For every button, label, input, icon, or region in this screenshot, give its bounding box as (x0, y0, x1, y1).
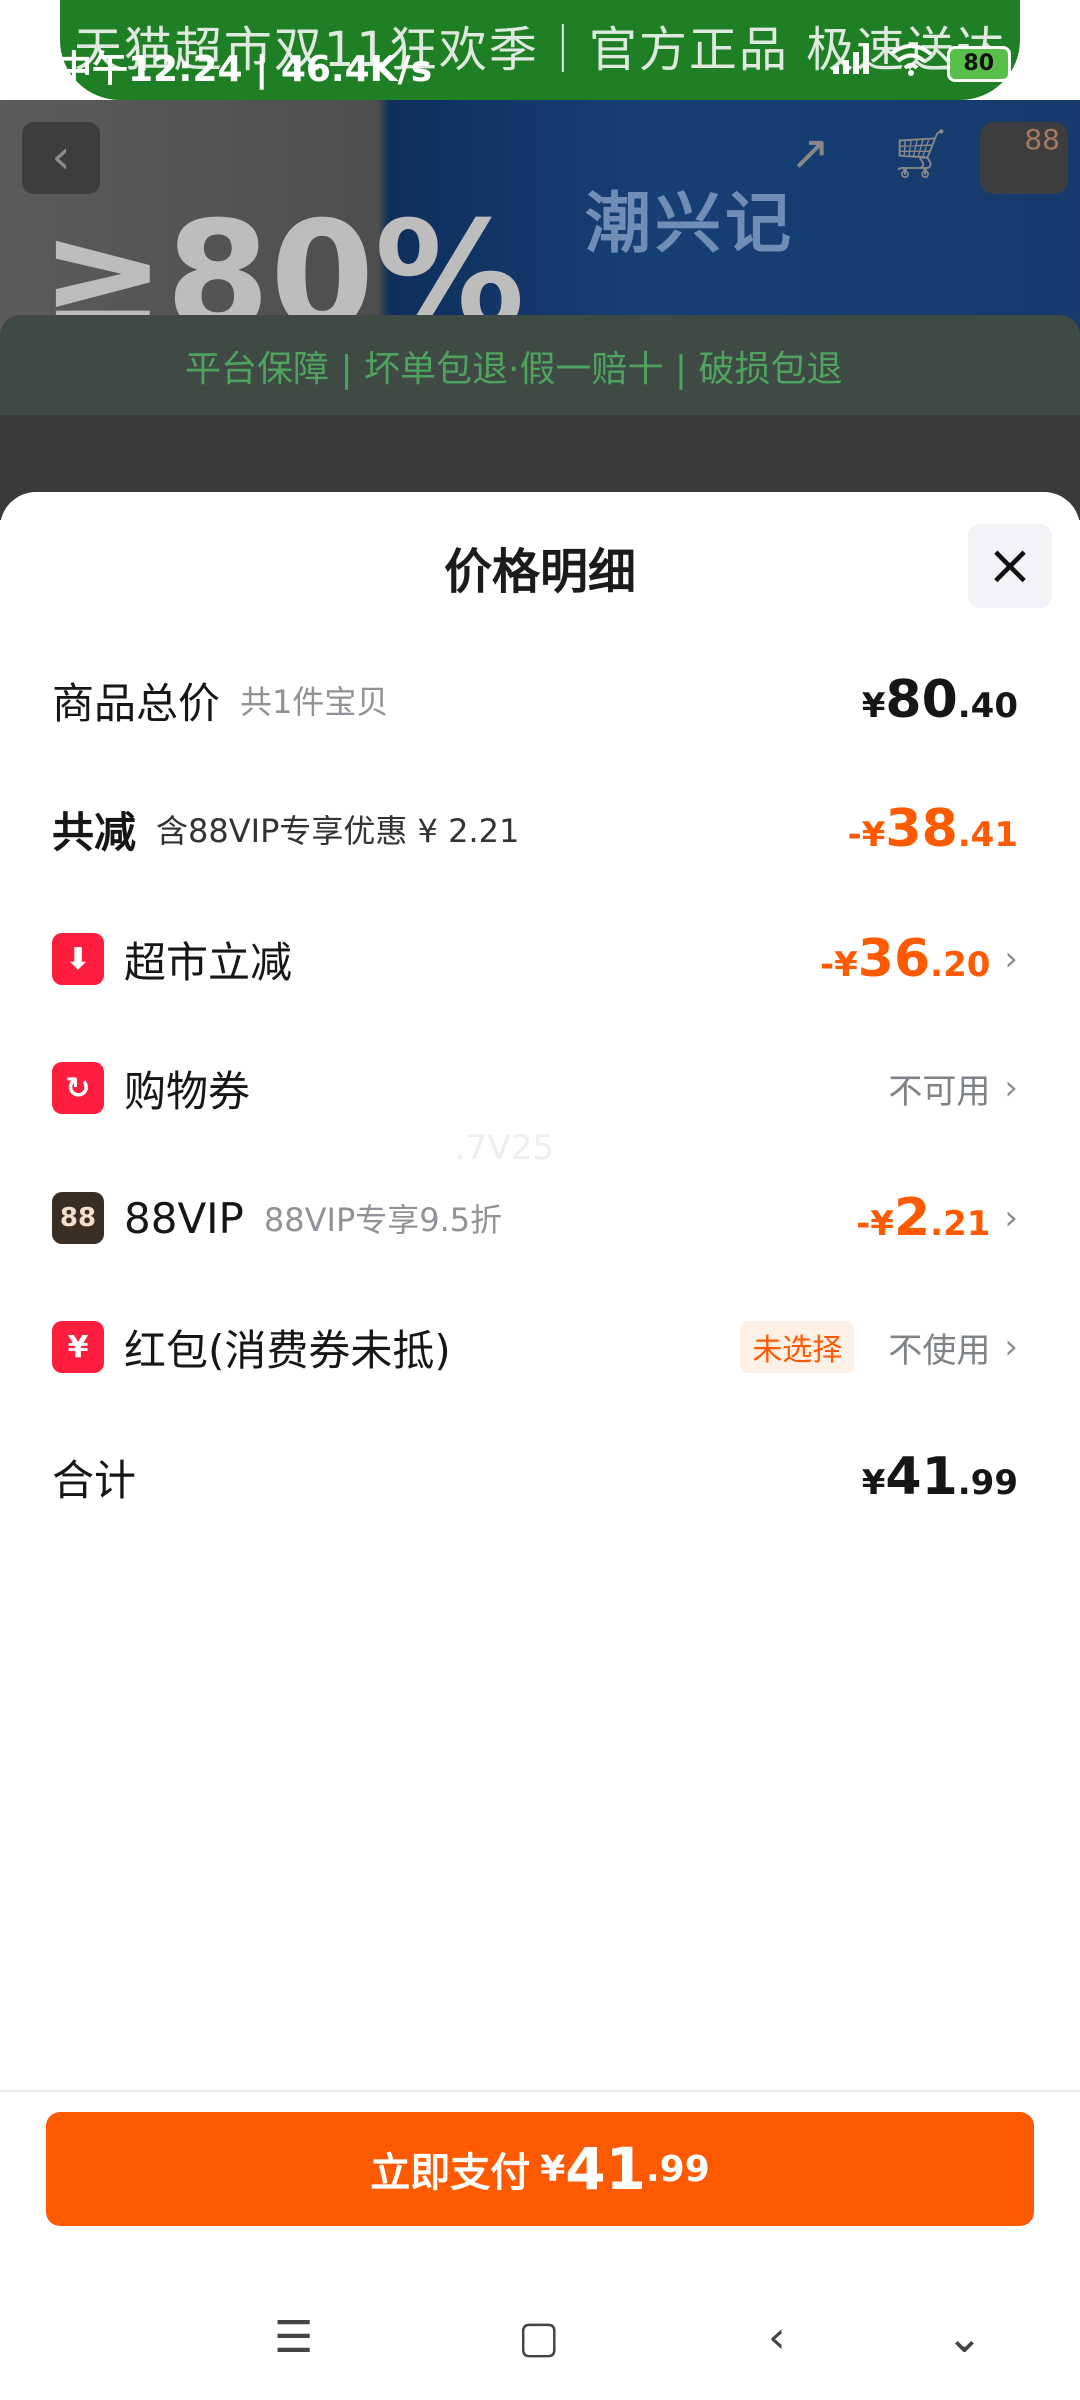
total-label: 商品总价 (52, 678, 221, 728)
currency-symbol: -¥ (847, 815, 886, 855)
cart-icon[interactable]: 🛒︎ (890, 125, 951, 182)
pay-dec: .99 (646, 2148, 710, 2190)
back-arrow-icon: ‹ (51, 129, 71, 185)
row-sum: 合计 ¥41.99 (52, 1437, 1018, 1517)
row-coupon[interactable]: ↻ 购物券 不可用 › (52, 1048, 1018, 1128)
price-dec: .41 (957, 815, 1018, 855)
menu-icon[interactable]: ☰ (274, 2312, 313, 2363)
price-dec: .21 (930, 1204, 991, 1244)
close-icon: × (986, 533, 1034, 598)
total-price: ¥80.40 (862, 670, 1018, 730)
sheet-title: 价格明细 (443, 544, 636, 600)
currency-symbol: ¥ (861, 686, 886, 726)
vip-sub: 88VIP专享9.5折 (263, 1201, 503, 1239)
total-price-value: ¥80.40 (862, 670, 1018, 730)
coupon-status: 不可用 › (888, 1064, 1018, 1113)
close-button[interactable]: × (968, 524, 1052, 608)
price-int: 36 (857, 929, 931, 989)
pay-currency: ¥ (540, 2148, 566, 2190)
price-int: 2 (893, 1188, 931, 1248)
sum-label: 合计 (52, 1455, 137, 1505)
status-time: 中午12:24 | 46.4K/s (56, 40, 432, 92)
price-dec: .20 (930, 945, 991, 985)
red-packet-status: 未选择 不使用 › (740, 1321, 1018, 1373)
discount-price-value: -¥38.41 (848, 799, 1018, 859)
chevron-right-icon: › (1004, 1327, 1018, 1367)
price-dec: .40 (957, 686, 1018, 726)
unselected-tag: 未选择 (740, 1321, 855, 1373)
charging-icon: ⚡︎ (1024, 43, 1050, 84)
hero-brand-text: 潮兴记 (585, 185, 795, 262)
battery-icon: 80 (946, 45, 1011, 82)
row-total: 商品总价 共1件宝贝 ¥80.40 (52, 660, 1018, 740)
row-discount: 共减 含88VIP专享优惠 ¥ 2.21 -¥38.41 (52, 789, 1018, 869)
guarantee-text: 平台保障 | 坏单包退·假一赔十 | 破损包退 (185, 349, 843, 390)
wifi-icon (889, 42, 933, 85)
vip-price: -¥2.21 › (856, 1188, 1018, 1248)
row-88vip[interactable]: 88 88VIP 88VIP专享9.5折 -¥2.21 › (52, 1178, 1018, 1258)
back-icon[interactable]: ‹ (768, 2312, 786, 2363)
discount-price: -¥38.41 (848, 799, 1018, 859)
red-packet-status-text: 不使用 (888, 1330, 991, 1371)
pay-label: 立即支付 (370, 2150, 531, 2196)
pay-int: 41 (565, 2135, 646, 2203)
price-dec: .99 (957, 1463, 1018, 1503)
chevron-right-icon: › (1004, 939, 1018, 979)
back-button[interactable]: ‹ (22, 122, 100, 194)
row-supermarket-discount[interactable]: ⬇︎ 超市立减 -¥36.20 › (52, 919, 1018, 999)
discount-label: 共减 (52, 807, 137, 857)
coupon-label: 购物券 (124, 1066, 251, 1116)
sum-price: ¥41.99 (862, 1447, 1018, 1507)
assistant-icon[interactable]: ⌄ (946, 2312, 983, 2363)
red-packet-icon: ¥ (52, 1321, 104, 1373)
supermarket-price-value: -¥36.20 (820, 929, 990, 989)
supermarket-price: -¥36.20 › (820, 929, 1018, 989)
home-icon[interactable]: ▢ (518, 2312, 560, 2363)
share-icon[interactable]: ↗ (790, 125, 830, 181)
price-int: 38 (885, 799, 958, 859)
status-bar: 中午12:24 | 46.4K/s 80 ⚡︎ (0, 0, 1080, 124)
bottom-divider (0, 2090, 1080, 2092)
vip-label: 88VIP (124, 1193, 244, 1243)
watermark-text: .7V25 (455, 1128, 554, 1168)
price-int: 41 (885, 1447, 958, 1507)
separator: | (255, 49, 281, 90)
discount-sub: 含88VIP专享优惠 ¥ 2.21 (156, 812, 520, 850)
supermarket-label: 超市立减 (124, 937, 293, 987)
coupon-icon: ↻ (52, 1062, 104, 1114)
coupon-status-text: 不可用 (888, 1071, 991, 1112)
signal-icon (831, 42, 875, 85)
system-nav-bar: ☰ ▢ ‹ ⌄ (0, 2270, 1080, 2400)
red-packet-label: 红包(消费券未抵) (124, 1325, 451, 1375)
vip-price-value: -¥2.21 (856, 1188, 990, 1248)
sum-price-value: ¥41.99 (862, 1447, 1018, 1507)
vip-88-icon: 88 (52, 1192, 104, 1244)
chevron-right-icon: › (1004, 1068, 1018, 1108)
clock: 中午12:24 (56, 49, 243, 90)
status-icons: 80 ⚡︎ (831, 42, 1050, 85)
down-arrow-icon: ⬇︎ (52, 933, 104, 985)
pay-now-button[interactable]: 立即支付 ¥41.99 (46, 2112, 1034, 2226)
cart-count-badge[interactable]: 88 (980, 122, 1068, 194)
chevron-right-icon: › (1004, 1198, 1018, 1238)
currency-symbol: -¥ (820, 945, 858, 985)
currency-symbol: -¥ (856, 1204, 894, 1244)
price-int: 80 (885, 670, 958, 730)
row-red-packet[interactable]: ¥ 红包(消费券未抵) 未选择 不使用 › (52, 1307, 1018, 1387)
currency-symbol: ¥ (861, 1463, 886, 1503)
network-speed: 46.4K/s (280, 49, 433, 90)
total-count: 共1件宝贝 (240, 683, 389, 721)
